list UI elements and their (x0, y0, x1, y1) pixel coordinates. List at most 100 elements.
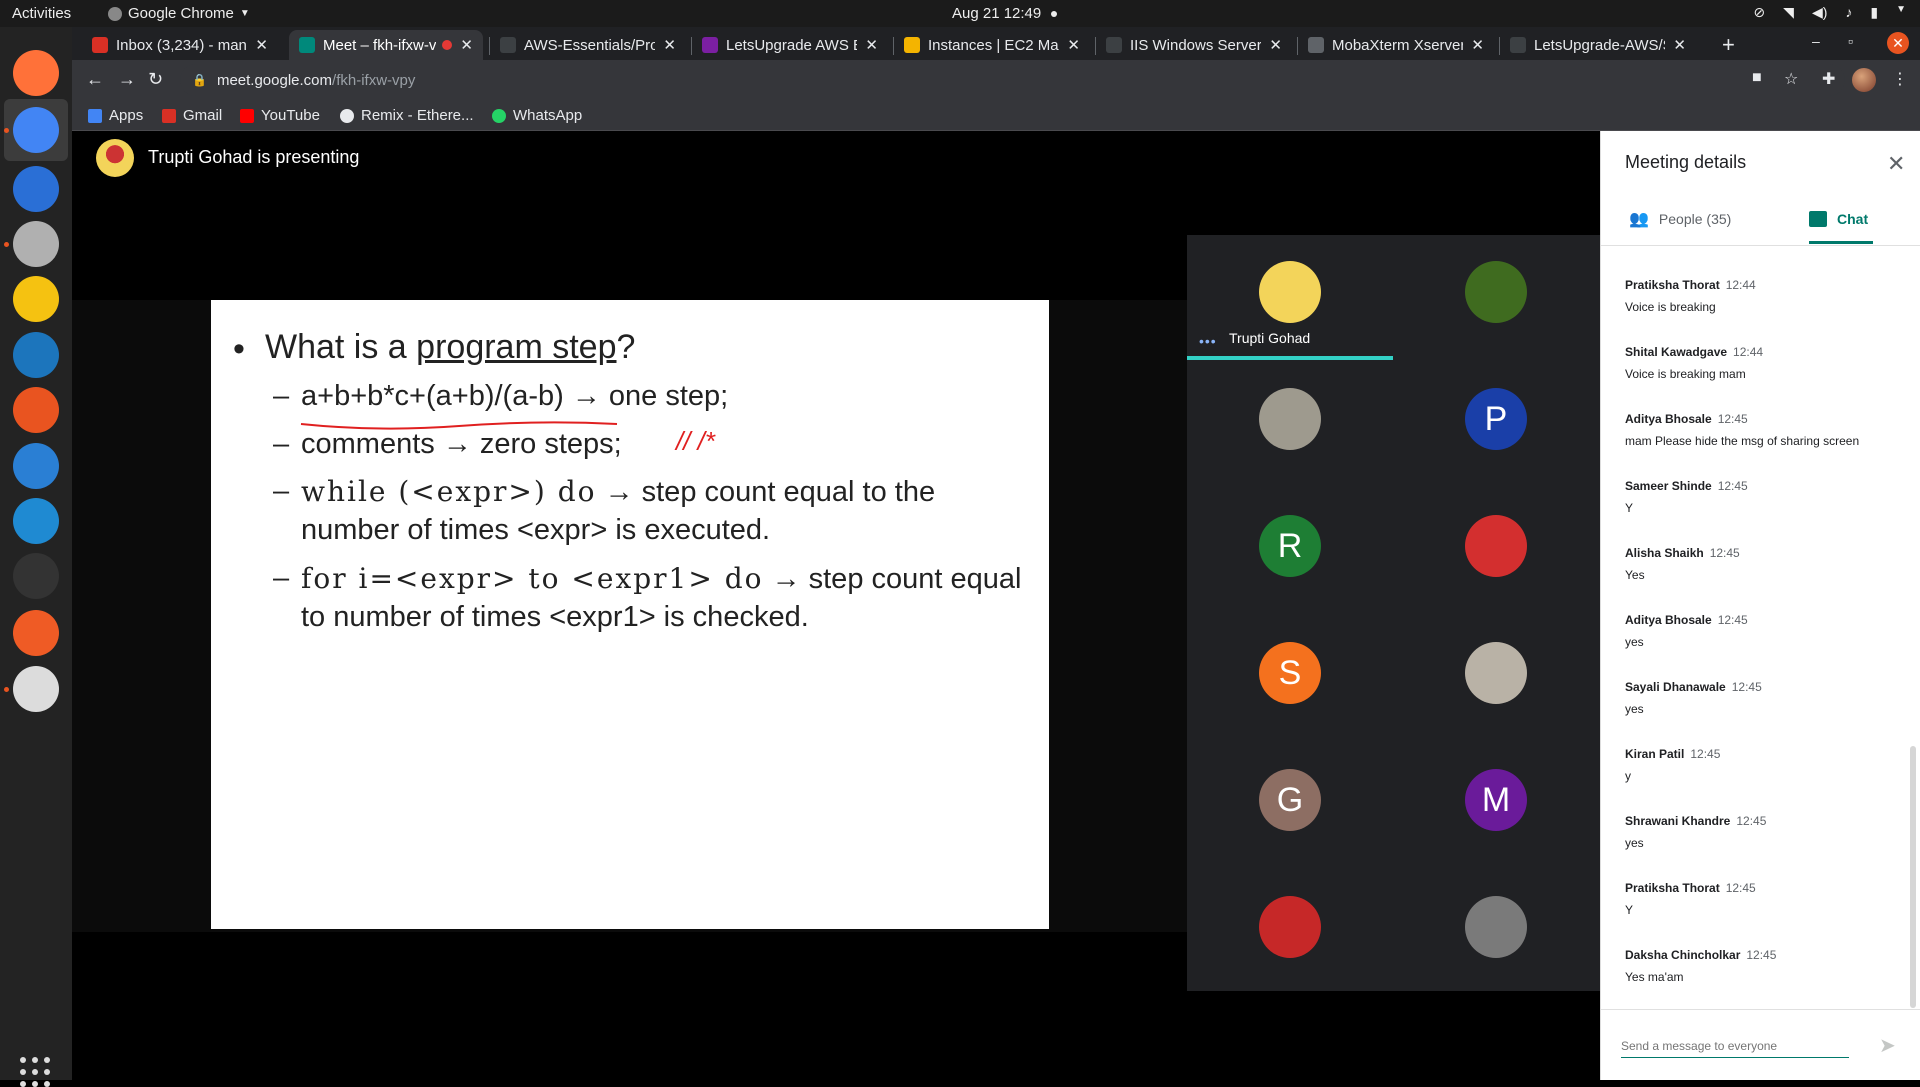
tab-chat[interactable]: Chat (1809, 195, 1868, 243)
chat-sender: Aditya Bhosale (1625, 613, 1712, 627)
slide-bullet: • (233, 330, 245, 368)
camera-indicator-icon[interactable]: ■ (1752, 69, 1762, 87)
dock-item[interactable] (10, 384, 62, 436)
bookmark-star-icon[interactable]: ☆ (1784, 69, 1798, 89)
dock-item[interactable] (10, 218, 62, 270)
participant-tile[interactable]: P (1393, 360, 1599, 487)
dock-item[interactable] (4, 99, 68, 161)
chat-message-input[interactable] (1621, 1034, 1849, 1058)
tab-close-icon[interactable]: ✕ (255, 36, 268, 54)
chat-timestamp: 12:45 (1690, 747, 1721, 761)
participant-tile[interactable]: M (1393, 741, 1599, 868)
bookmark-item[interactable]: Apps (88, 107, 143, 124)
files-icon (13, 221, 59, 267)
tab-close-icon[interactable]: ✕ (1471, 36, 1484, 54)
activities-button[interactable]: Activities (12, 5, 71, 22)
tab-people[interactable]: 👥 People (35) (1629, 195, 1731, 243)
remix-icon (340, 108, 354, 123)
chat-scrollbar[interactable] (1910, 746, 1916, 1008)
browser-tab[interactable]: Instances | EC2 Mana ✕ (894, 30, 1090, 60)
chat-message: Shrawani Khandre 12:45 yes (1625, 812, 1895, 850)
browser-tab[interactable]: Meet – fkh-ifxw-v ✕ (289, 30, 483, 60)
browser-tab[interactable]: MobaXterm Xserver ✕ (1298, 30, 1494, 60)
tab-close-icon[interactable]: ✕ (460, 36, 473, 54)
browser-tab[interactable]: Inbox (3,234) - mansi ✕ (82, 30, 278, 60)
participant-tile[interactable] (1393, 233, 1599, 360)
bookmark-item[interactable]: Gmail (162, 107, 222, 124)
participant-tile[interactable] (1393, 487, 1599, 614)
address-bar[interactable]: 🔒 meet.google.com/fkh-ifxw-vpy (180, 64, 1845, 96)
participant-tile[interactable] (1187, 868, 1393, 995)
tab-close-icon[interactable]: ✕ (1269, 36, 1282, 54)
forward-arrow-icon[interactable]: → (118, 69, 136, 90)
dock-item[interactable] (10, 550, 62, 602)
chat-text: Yes (1625, 568, 1645, 582)
chat-sender: Pratiksha Thorat (1625, 881, 1720, 895)
back-arrow-icon[interactable]: ← (86, 69, 104, 90)
maximize-icon[interactable]: ▫ (1848, 33, 1853, 49)
send-icon[interactable]: ➤ (1879, 1033, 1896, 1058)
screen-share-indicator-icon: ⊘ (1753, 4, 1766, 20)
browser-tab[interactable]: IIS Windows Server ✕ (1096, 30, 1292, 60)
reload-icon[interactable]: ↻ (148, 69, 163, 90)
chat-timestamp: 12:45 (1717, 613, 1748, 627)
caret-down-icon: ▼ (239, 8, 250, 19)
participant-tile[interactable]: R (1187, 487, 1393, 614)
clock[interactable]: Aug 21 12:49 (952, 5, 1058, 22)
dock-item[interactable] (10, 47, 62, 99)
tab-close-icon[interactable]: ✕ (1673, 36, 1686, 54)
menu-kebab-icon[interactable]: ⋮ (1892, 69, 1908, 89)
show-applications-icon[interactable] (20, 1057, 50, 1087)
running-indicator-icon (4, 128, 9, 133)
dock-item[interactable] (10, 163, 62, 215)
tab-chat-label: Chat (1837, 211, 1869, 227)
tab-close-icon[interactable]: ✕ (1067, 36, 1080, 54)
participant-tile[interactable] (1393, 868, 1599, 995)
dock-item[interactable] (10, 329, 62, 381)
dock-item[interactable] (10, 273, 62, 325)
tab-title: Inbox (3,234) - mansi (116, 36, 248, 54)
tab-title: AWS-Essentials/Proj (524, 36, 656, 54)
github-icon (1510, 37, 1526, 53)
extensions-icon[interactable]: ✚ (1822, 69, 1835, 89)
participant-tile[interactable]: S (1187, 614, 1393, 741)
window-close-icon[interactable]: ✕ (1887, 32, 1909, 54)
speaking-indicator-icon: ••• (1199, 333, 1217, 349)
dock-item[interactable] (10, 440, 62, 492)
participant-avatar (1465, 261, 1527, 323)
dock-item[interactable] (10, 663, 62, 715)
chat-text: Y (1625, 501, 1634, 515)
tab-close-icon[interactable]: ✕ (663, 36, 676, 54)
notification-dot-icon (1051, 11, 1058, 18)
bookmark-item[interactable]: Remix - Ethere... (340, 107, 474, 124)
chat-sender: Daksha Chincholkar (1625, 948, 1741, 962)
dock-item[interactable] (10, 495, 62, 547)
dock-item[interactable] (10, 607, 62, 659)
participant-tile[interactable]: Trupti Gohad ••• (1187, 233, 1393, 360)
bookmark-item[interactable]: WhatsApp (492, 107, 582, 124)
firefox-icon (13, 50, 59, 96)
screen-share[interactable]: • What is a program step? – a+b+b*c+(a+b… (72, 300, 1187, 932)
close-icon[interactable]: ✕ (1887, 151, 1905, 177)
running-indicator-icon (4, 242, 9, 247)
participant-tile[interactable]: G (1187, 741, 1393, 868)
system-tray[interactable]: ⊘ ◥ ◀) ♪ ▮ ▼ (1753, 4, 1906, 21)
bookmark-item[interactable]: YouTube (240, 107, 320, 124)
app-menu[interactable]: Google Chrome ▼ (108, 5, 250, 22)
browser-tab[interactable]: LetsUpgrade-AWS/S ✕ (1500, 30, 1696, 60)
gmail-icon (162, 108, 176, 123)
chat-message-header: Pratiksha Thorat 12:44 (1625, 276, 1895, 294)
rhythmbox-icon (13, 276, 59, 322)
chat-text: yes (1625, 702, 1644, 716)
participant-tile[interactable] (1187, 360, 1393, 487)
slide-title-suffix: ? (616, 328, 636, 366)
chat-text: yes (1625, 836, 1644, 850)
chat-message-header: Aditya Bhosale 12:45 (1625, 410, 1895, 428)
browser-tab[interactable]: LetsUpgrade AWS E ✕ (692, 30, 888, 60)
participant-tile[interactable] (1393, 614, 1599, 741)
new-tab-icon[interactable]: + (1722, 32, 1735, 58)
tab-close-icon[interactable]: ✕ (865, 36, 878, 54)
minimize-icon[interactable]: – (1812, 33, 1820, 49)
browser-tab[interactable]: AWS-Essentials/Proj ✕ (490, 30, 686, 60)
profile-avatar[interactable] (1852, 68, 1876, 92)
